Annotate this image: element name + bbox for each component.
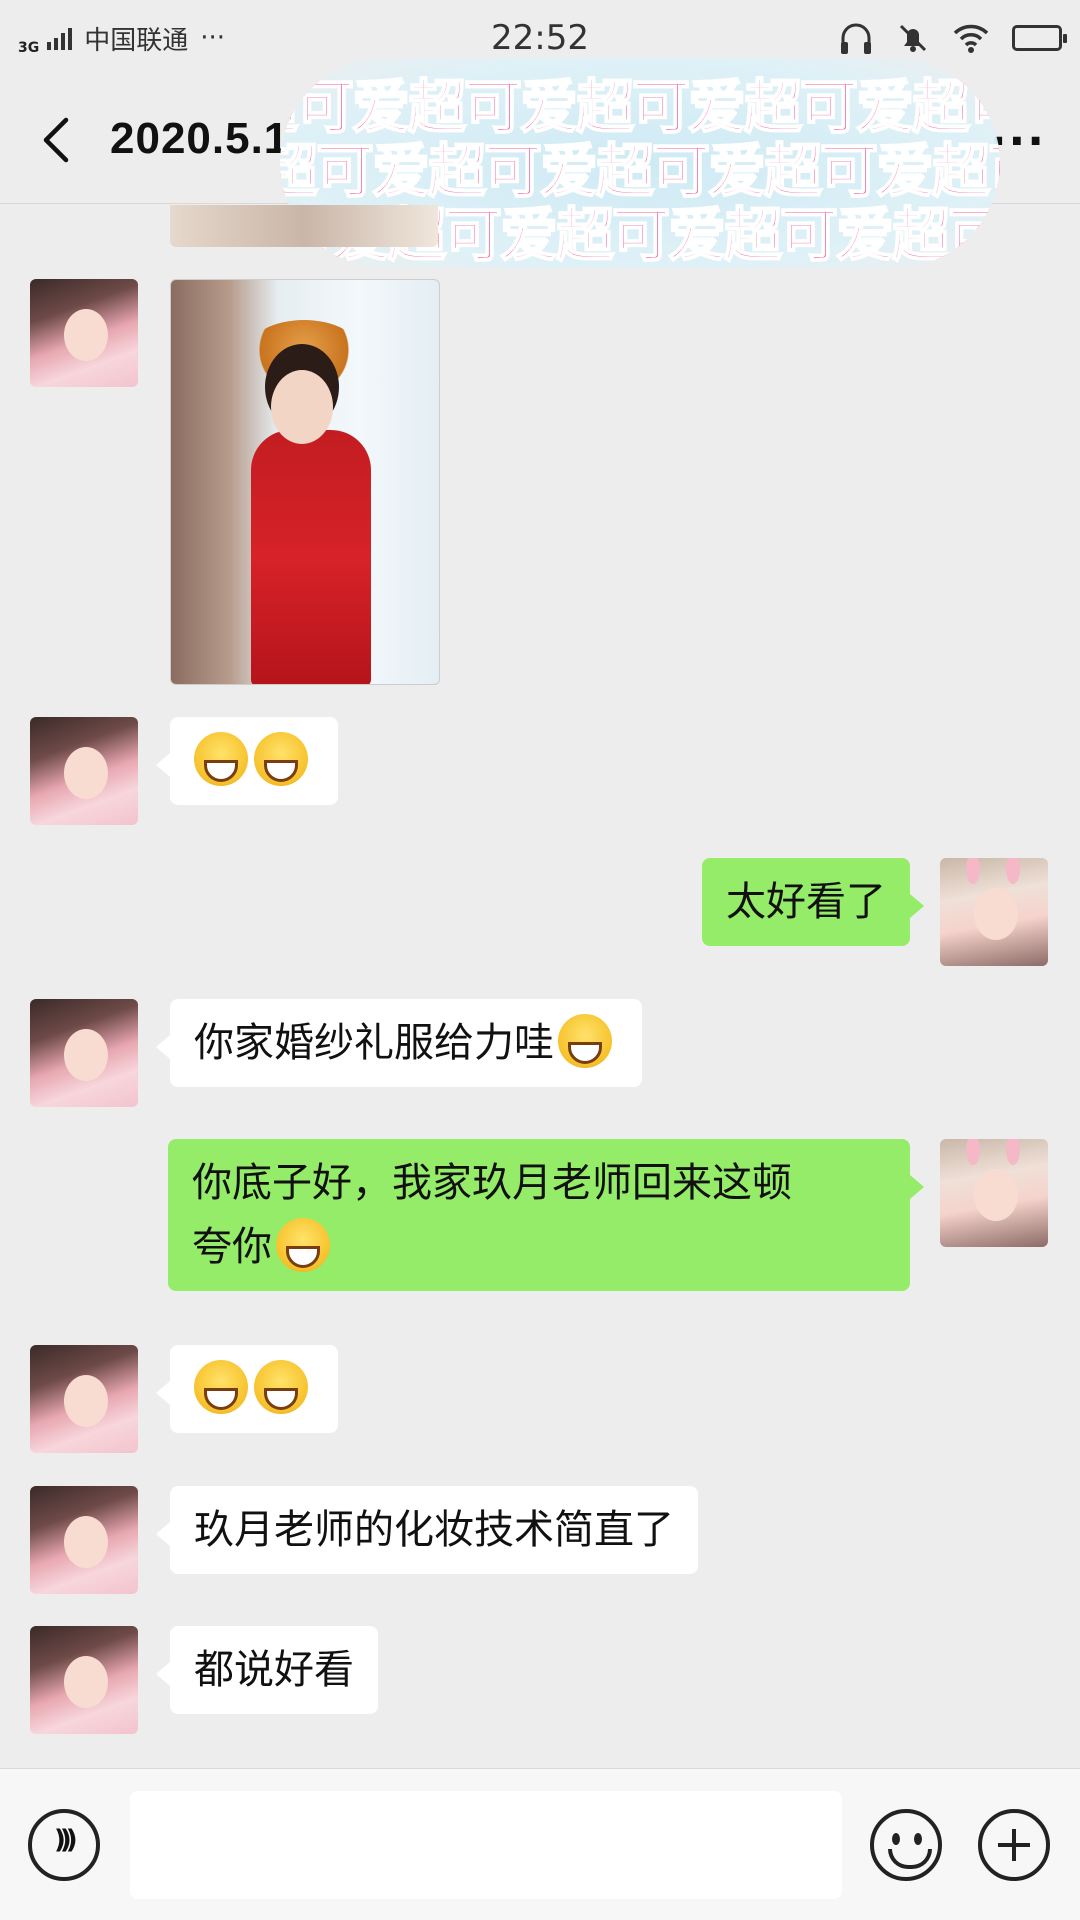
my-avatar[interactable]: [940, 858, 1048, 966]
grinning-face-icon: [194, 732, 248, 786]
previous-image-message[interactable]: [170, 205, 438, 247]
text-message[interactable]: 太好看了: [702, 858, 924, 946]
squinting-face-icon: [558, 1014, 612, 1068]
chat-title: 2020.5.1: [110, 114, 290, 163]
text-message[interactable]: 你底子好，我家玖月老师回来这顿 夸你: [168, 1139, 924, 1291]
crying-laughing-face-icon: [276, 1218, 330, 1272]
text-message[interactable]: 玖月老师的化妆技术简直了: [156, 1486, 698, 1574]
clock: 22:52: [491, 18, 589, 58]
emoji-picker-icon[interactable]: [870, 1809, 942, 1881]
contact-avatar[interactable]: [30, 717, 138, 825]
grinning-face-icon: [254, 1360, 308, 1414]
battery-icon: [1012, 25, 1067, 51]
emoji-message[interactable]: [156, 717, 338, 805]
contact-avatar[interactable]: [30, 279, 138, 387]
input-bar: [0, 1768, 1080, 1920]
contact-avatar[interactable]: [30, 1345, 138, 1453]
more-actions-icon[interactable]: [978, 1809, 1050, 1881]
message-text-line: 夸你: [192, 1224, 272, 1270]
grinning-face-icon: [194, 1360, 248, 1414]
contact-avatar[interactable]: [30, 1626, 138, 1734]
contact-avatar[interactable]: [30, 1486, 138, 1594]
text-message[interactable]: 你家婚纱礼服给力哇: [156, 999, 642, 1087]
text-message[interactable]: 都说好看: [156, 1626, 378, 1714]
my-avatar[interactable]: [940, 1139, 1048, 1247]
message-text-line: 你底子好，我家玖月老师回来这顿: [192, 1160, 792, 1206]
message-input[interactable]: [130, 1791, 842, 1899]
emoji-message[interactable]: [156, 1345, 338, 1433]
voice-input-icon[interactable]: [28, 1809, 100, 1881]
back-arrow-icon[interactable]: [30, 110, 90, 170]
contact-avatar[interactable]: [30, 999, 138, 1107]
grinning-face-icon: [254, 732, 308, 786]
message-text: 你家婚纱礼服给力哇: [194, 1020, 554, 1066]
image-message[interactable]: [170, 279, 440, 685]
